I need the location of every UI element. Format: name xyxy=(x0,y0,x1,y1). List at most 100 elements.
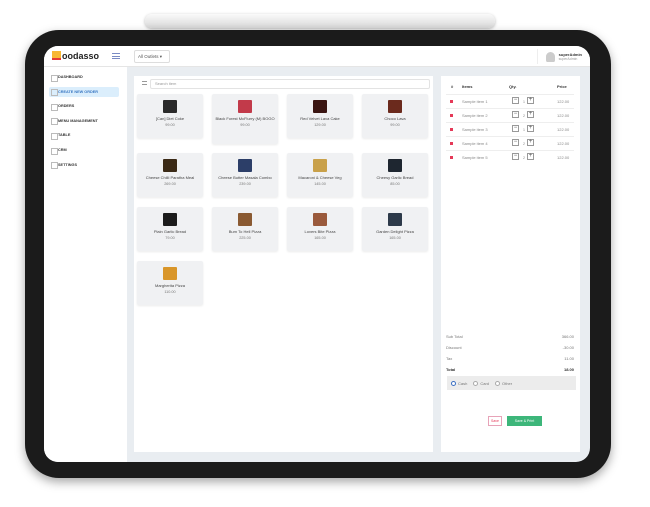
total-total: Total 18.00 xyxy=(446,367,574,372)
remove-icon[interactable] xyxy=(450,156,453,159)
radio-icon[interactable] xyxy=(495,380,501,386)
col-items: Items xyxy=(462,84,473,89)
sidebar-item-dashboard[interactable]: DASHBOARD xyxy=(49,72,119,82)
product-price: 269.00 xyxy=(164,182,176,186)
qty-increase-button[interactable]: + xyxy=(527,153,534,160)
sidebar-item-create-new-order[interactable]: CREATE NEW ORDER xyxy=(49,86,119,97)
payment-card[interactable]: Card xyxy=(473,380,490,386)
qty-value: 2 xyxy=(523,142,525,146)
product-image xyxy=(388,213,402,226)
product-image xyxy=(313,100,327,113)
header: oodasso All Outlets ▾ superAdmin superAdm… xyxy=(44,46,590,67)
outlet-select[interactable]: All Outlets ▾ xyxy=(134,50,170,63)
payment-method: Cash Card Other xyxy=(447,376,576,390)
qty-decrease-button[interactable]: − xyxy=(512,139,519,146)
qty-increase-button[interactable]: + xyxy=(527,125,534,132)
product-card[interactable]: Garden Delight Pizza 165.00 xyxy=(362,207,428,251)
sidebar-item-table[interactable]: TABLE xyxy=(49,130,119,140)
product-card[interactable]: Lovers Bite Pizza 165.00 xyxy=(287,207,353,251)
total-label: Tax xyxy=(446,356,453,361)
qty-value: 1 xyxy=(523,128,525,132)
sidebar: DASHBOARD CREATE NEW ORDER ORDERS MENU MANA… xyxy=(44,67,127,462)
menu-toggle-icon[interactable] xyxy=(112,53,120,59)
product-panel: Search item [Can] Diet Coke 99.00 Black Fo… xyxy=(134,76,433,452)
product-image xyxy=(238,159,252,172)
item-price: 122.00 xyxy=(557,113,570,118)
item-name: Sample item 4 xyxy=(462,141,488,146)
qty-value: 2 xyxy=(523,114,525,118)
product-name: [Can] Diet Coke xyxy=(155,116,185,121)
screen: oodasso All Outlets ▾ superAdmin superAdm… xyxy=(44,46,590,462)
product-card[interactable]: Cheese Chilli Paratha Meal 269.00 xyxy=(137,153,203,197)
product-image xyxy=(163,267,177,280)
save-button[interactable]: Save xyxy=(488,416,502,426)
product-image xyxy=(313,159,327,172)
item-name: Sample item 3 xyxy=(462,127,488,132)
product-card[interactable]: Cheese Butter Masala Combo 239.00 xyxy=(212,153,278,197)
qty-decrease-button[interactable]: − xyxy=(512,153,519,160)
product-price: 99.00 xyxy=(390,123,400,127)
product-name: Margherita Pizza xyxy=(154,283,185,288)
qty-increase-button[interactable]: + xyxy=(527,139,534,146)
remove-icon[interactable] xyxy=(450,114,453,117)
product-name: Cheese Butter Masala Combo xyxy=(218,175,272,180)
product-card[interactable]: Margherita Pizza 110.00 xyxy=(137,261,203,305)
product-name: Cheesy Garlic Bread xyxy=(376,175,414,180)
qty-value: 1 xyxy=(523,100,525,104)
save-print-button[interactable]: Save & Print xyxy=(507,416,542,426)
qty-increase-button[interactable]: + xyxy=(527,111,534,118)
list-icon[interactable] xyxy=(142,81,147,85)
product-name: Lovers Bite Pizza xyxy=(304,229,336,234)
product-image xyxy=(238,100,252,113)
product-price: 129.00 xyxy=(314,123,326,127)
sidebar-item-settings[interactable]: SETTINGS xyxy=(49,160,119,170)
product-card[interactable]: Cheesy Garlic Bread 85.00 xyxy=(362,153,428,197)
payment-other[interactable]: Other xyxy=(495,380,513,386)
product-price: 85.00 xyxy=(390,182,400,186)
qty-increase-button[interactable]: + xyxy=(527,97,534,104)
sidebar-item-menu-management[interactable]: MENU MANAGEMENT xyxy=(49,116,119,126)
qty-decrease-button[interactable]: − xyxy=(512,111,519,118)
product-name: Cheese Chilli Paratha Meal xyxy=(145,175,195,180)
qty-decrease-button[interactable]: − xyxy=(512,97,519,104)
product-card[interactable]: Red Velvet Lava Cake 129.00 xyxy=(287,94,353,138)
qty-value: 2 xyxy=(523,156,525,160)
avatar xyxy=(545,51,555,62)
product-card[interactable]: [Can] Diet Coke 99.00 xyxy=(137,94,203,138)
product-image xyxy=(163,159,177,172)
product-price: 225.00 xyxy=(239,236,251,240)
product-name: Macaroni & Cheese Veg xyxy=(298,175,342,180)
remove-icon[interactable] xyxy=(450,100,453,103)
total-value: 11.00 xyxy=(564,356,574,361)
total-label: Sub Total xyxy=(446,334,463,339)
remove-icon[interactable] xyxy=(450,142,453,145)
qty-decrease-button[interactable]: − xyxy=(512,125,519,132)
total-value: 366.00 xyxy=(561,334,574,339)
product-price: 239.00 xyxy=(239,182,251,186)
user-role: superAdmin xyxy=(558,57,578,61)
payment-cash[interactable]: Cash xyxy=(451,380,467,386)
sidebar-item-crm[interactable]: CRM xyxy=(49,145,119,155)
product-name: Black Forest McFlurry (M) BOGO xyxy=(215,116,275,121)
sidebar-item-orders[interactable]: ORDERS xyxy=(49,101,119,111)
cart-row: Sample item 5 −2 +122.00 xyxy=(446,150,574,164)
radio-icon[interactable] xyxy=(473,380,479,386)
remove-icon[interactable] xyxy=(450,128,453,131)
user-menu[interactable]: superAdmin superAdmin xyxy=(536,49,582,64)
product-card[interactable]: Black Forest McFlurry (M) BOGO 99.00 xyxy=(212,94,278,144)
cart-row: Sample item 1 −1 +122.00 xyxy=(446,94,574,108)
product-card[interactable]: Macaroni & Cheese Veg 145.00 xyxy=(287,153,353,197)
payment-label: Other xyxy=(502,380,513,386)
search-input[interactable]: Search item xyxy=(150,79,430,89)
logo: oodasso xyxy=(52,51,99,61)
total-tax: Tax 11.00 xyxy=(446,356,574,361)
total-discount: Discount -30.00 xyxy=(446,345,574,350)
payment-label: Card xyxy=(480,380,490,386)
product-card[interactable]: Plain Garlic Bread 79.00 xyxy=(137,207,203,251)
product-card[interactable]: Choco Lava 99.00 xyxy=(362,94,428,138)
product-price: 165.00 xyxy=(314,236,326,240)
product-image xyxy=(313,213,327,226)
product-card[interactable]: Burn To Hell Pizza 225.00 xyxy=(212,207,278,251)
radio-icon[interactable] xyxy=(451,380,456,386)
product-price: 145.00 xyxy=(314,182,326,186)
